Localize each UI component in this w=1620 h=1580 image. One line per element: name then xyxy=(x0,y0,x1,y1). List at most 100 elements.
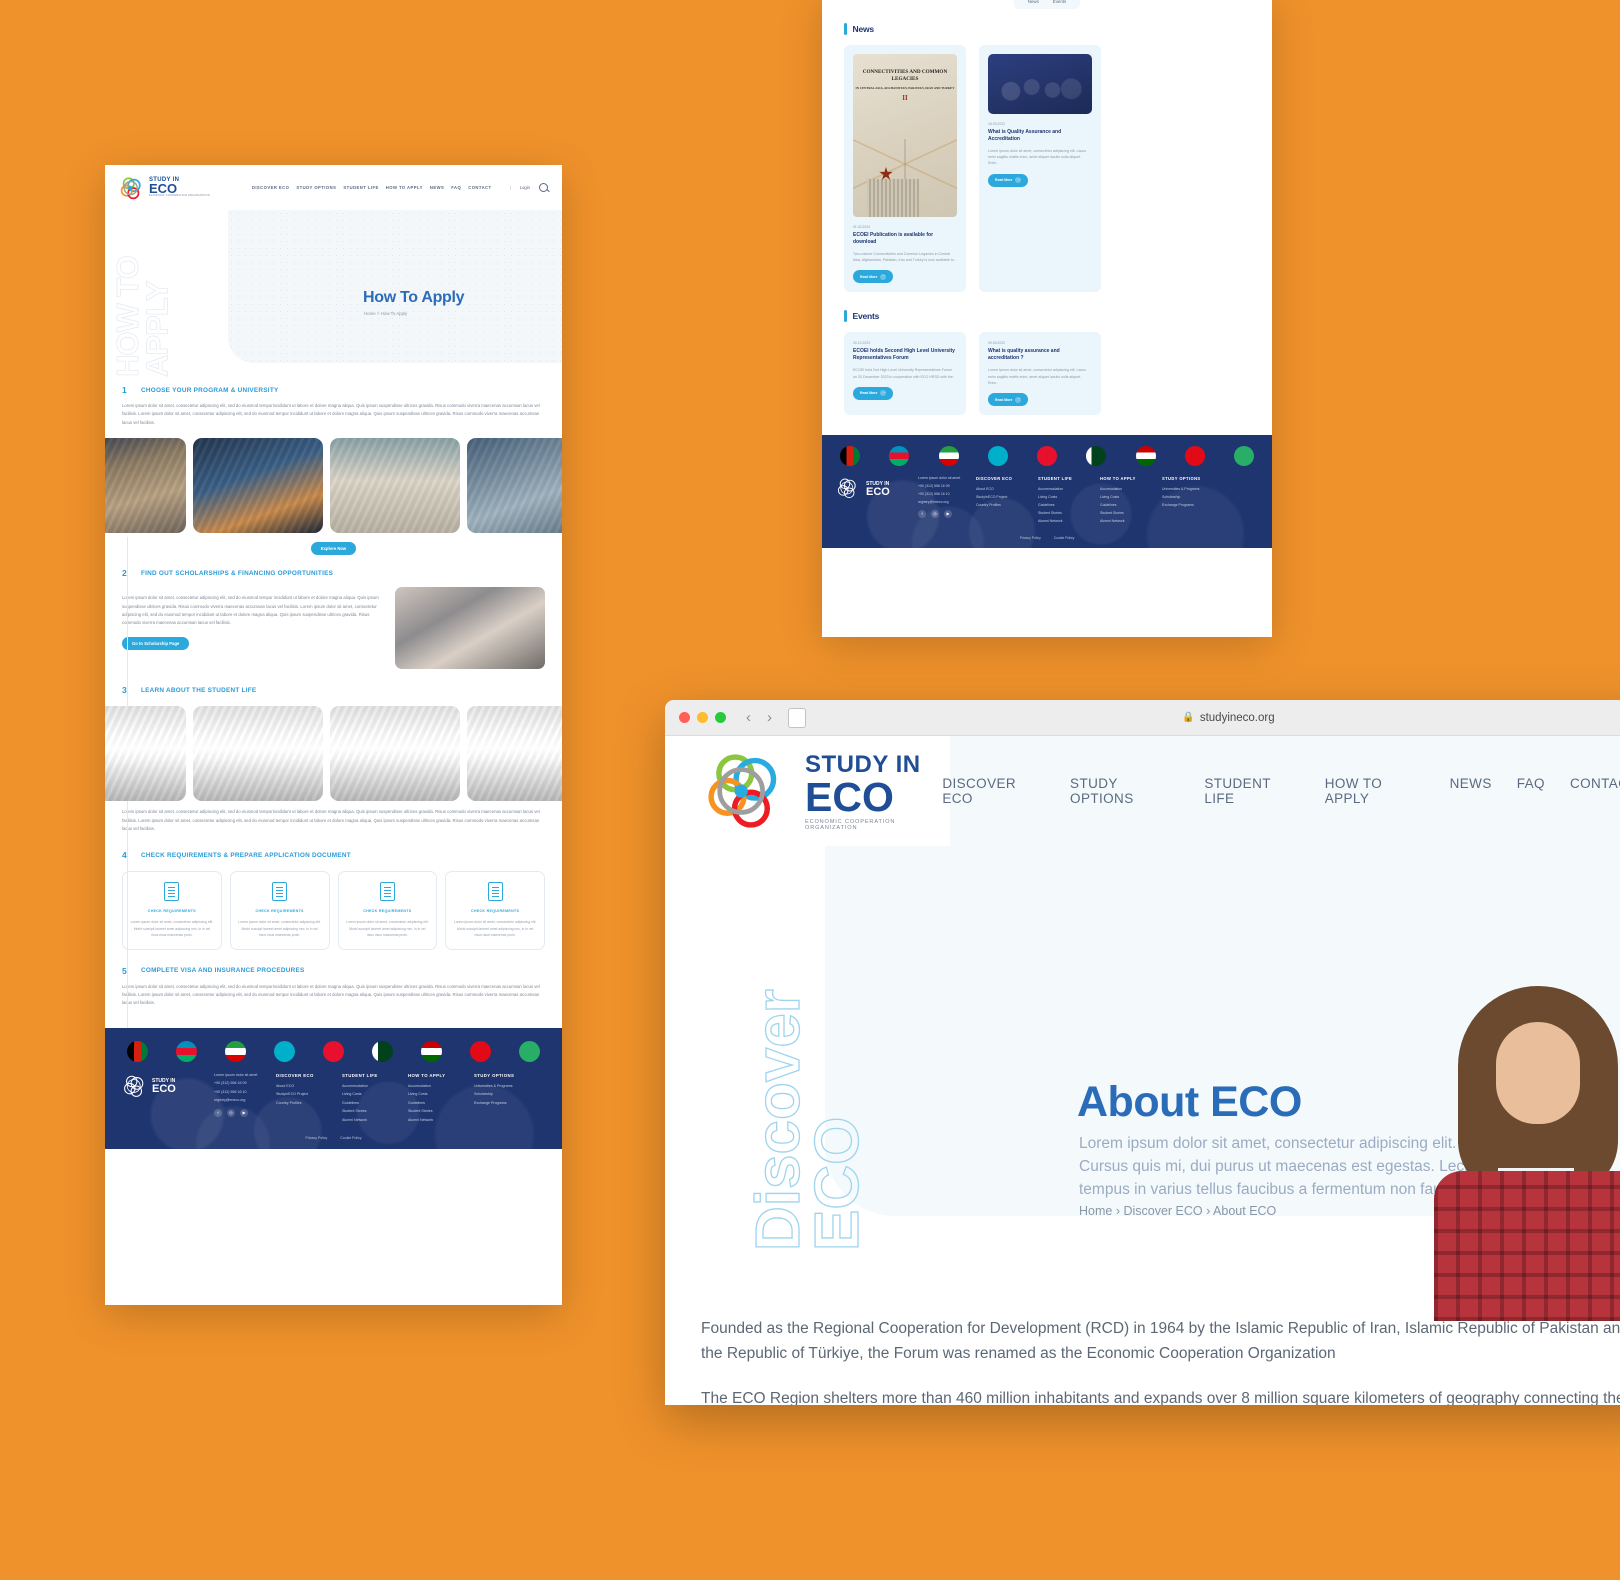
footer-link[interactable]: About ECO xyxy=(276,1084,342,1088)
instagram-icon[interactable]: ◎ xyxy=(227,1109,235,1118)
footer-link[interactable]: Guidelines xyxy=(342,1101,408,1105)
card-title: CHECK REQUIREMENTS xyxy=(147,909,196,914)
site-logo[interactable]: STUDY IN ECO ECONOMIC COOPERATION ORGANI… xyxy=(119,175,210,201)
footer-link[interactable]: Alumni Network xyxy=(408,1118,474,1122)
footer-link[interactable]: Accommodation xyxy=(1038,487,1100,491)
requirement-card[interactable]: CHECK REQUIREMENTS Lorem ipsum dolor sit… xyxy=(337,871,438,950)
close-window-button[interactable] xyxy=(679,712,690,723)
nav-item-study-options[interactable]: STUDY OPTIONS xyxy=(1070,776,1179,806)
event-card[interactable]: 09.03.2022 What is quality assurance and… xyxy=(979,332,1101,416)
footer-link[interactable]: About ECO xyxy=(976,487,1038,491)
footer-link[interactable]: StudyInECO Project xyxy=(276,1092,342,1096)
footer-link[interactable]: Student Stories xyxy=(1100,511,1162,515)
thumbnail-image[interactable] xyxy=(105,706,186,802)
footer-link[interactable]: Accomodation xyxy=(1100,487,1162,491)
nav-item-how-to-apply[interactable]: HOW TO APPLY xyxy=(1325,776,1425,806)
thumbnail-image[interactable] xyxy=(467,706,562,802)
nav-item-student-life[interactable]: STUDENT LIFE xyxy=(1204,776,1299,806)
footer-link[interactable]: StudyInECO Project xyxy=(976,495,1038,499)
read-more-button[interactable]: Read More xyxy=(853,386,894,400)
contact-phone-1[interactable]: +90 (312) 556 16 09 xyxy=(918,484,976,488)
read-more-button[interactable]: Read More xyxy=(988,173,1029,187)
contact-phone-2[interactable]: +90 (312) 556 16 10 xyxy=(918,492,976,496)
footer-link[interactable]: Living Costs xyxy=(1100,495,1162,499)
footer-link[interactable]: Guidelines xyxy=(408,1101,474,1105)
nav-item-faq[interactable]: FAQ xyxy=(1517,776,1545,806)
thumbnail-image[interactable] xyxy=(330,438,460,534)
news-card[interactable]: CONNECTIVITIES AND COMMON LEGACIES IN CE… xyxy=(844,45,966,293)
scholarship-page-button[interactable]: Go to Scholarship Page xyxy=(122,636,190,650)
nav-item[interactable]: NEWS xyxy=(430,185,444,190)
tab-events[interactable]: Events xyxy=(1053,0,1066,4)
thumbnail-image[interactable] xyxy=(193,706,323,802)
footer-link[interactable]: Student Stories xyxy=(342,1109,408,1113)
instagram-icon[interactable]: ◎ xyxy=(931,510,939,519)
address-bar[interactable]: 🔒 studyineco.org xyxy=(806,712,1620,724)
footer-link[interactable]: Accomodation xyxy=(408,1084,474,1088)
footer-link[interactable]: Living Costs xyxy=(342,1092,408,1096)
footer-link[interactable]: Accommodation xyxy=(342,1084,408,1088)
nav-item[interactable]: STUDY OPTIONS xyxy=(296,185,336,190)
read-more-button[interactable]: Read More xyxy=(988,393,1029,407)
footer-link[interactable]: Guidelines xyxy=(1100,503,1162,507)
nav-item[interactable]: HOW TO APPLY xyxy=(386,185,423,190)
search-icon[interactable] xyxy=(539,183,548,192)
footer-link[interactable]: Exchange Programs xyxy=(474,1101,540,1105)
footer-link[interactable]: Exchange Programs xyxy=(1162,503,1224,507)
requirement-card[interactable]: CHECK REQUIREMENTS Lorem ipsum dolor sit… xyxy=(122,871,222,950)
thumbnail-image[interactable] xyxy=(467,438,562,534)
footer-link[interactable]: Country Profiles xyxy=(276,1101,342,1105)
tab-news[interactable]: News xyxy=(1028,0,1039,4)
sidebar-toggle-icon[interactable] xyxy=(788,707,806,728)
card-body: Lorem ipsum dolor sit amet, consectetur … xyxy=(453,920,537,938)
cookie-policy-link[interactable]: Cookie Policy xyxy=(340,1136,361,1140)
back-arrow-icon[interactable]: ‹ xyxy=(746,709,751,726)
nav-item-news[interactable]: NEWS xyxy=(1450,776,1492,806)
forward-arrow-icon[interactable]: › xyxy=(767,709,772,726)
footer-link[interactable]: Alumni Network xyxy=(1038,519,1100,523)
read-more-button[interactable]: Read More xyxy=(853,270,894,284)
footer-link[interactable]: Alumni Network xyxy=(342,1118,408,1122)
nav-item[interactable]: STUDENT LIFE xyxy=(343,185,378,190)
nav-item-discover-eco[interactable]: DISCOVER ECO xyxy=(942,776,1045,806)
thumbnail-image[interactable] xyxy=(193,438,323,534)
contact-email[interactable]: registry@eneco.org xyxy=(918,500,976,504)
footer-link[interactable]: Living Costs xyxy=(1038,495,1100,499)
thumbnail-image[interactable] xyxy=(330,706,460,802)
privacy-policy-link[interactable]: Privacy Policy xyxy=(1020,536,1041,540)
requirement-card[interactable]: CHECK REQUIREMENTS Lorem ipsum dolor sit… xyxy=(229,871,330,950)
facebook-icon[interactable]: f xyxy=(214,1109,222,1118)
footer-link[interactable]: Student Stories xyxy=(1038,511,1100,515)
nav-item[interactable]: CONTACT xyxy=(468,185,491,190)
privacy-policy-link[interactable]: Privacy Policy xyxy=(306,1136,328,1140)
nav-item[interactable]: DISCOVER ECO xyxy=(252,185,290,190)
contact-email[interactable]: registry@eneco.org xyxy=(214,1098,276,1102)
minimize-window-button[interactable] xyxy=(697,712,708,723)
footer-link[interactable]: Student Stories xyxy=(408,1109,474,1113)
contact-phone-2[interactable]: +90 (312) 556 16 10 xyxy=(214,1090,276,1094)
login-link[interactable]: Login xyxy=(509,185,530,190)
facebook-icon[interactable]: f xyxy=(918,510,926,519)
news-card[interactable]: 16.03.2022 What is Quality Assurance and… xyxy=(979,45,1101,293)
youtube-icon[interactable]: ▶ xyxy=(944,510,952,519)
footer-link[interactable]: Guidelines xyxy=(1038,503,1100,507)
footer-link[interactable]: Universities & Programs xyxy=(1162,487,1224,491)
event-card[interactable]: 20.12.2023 ECOEI holds Second High Level… xyxy=(844,332,966,416)
contact-phone-1[interactable]: +90 (312) 556 16 09 xyxy=(214,1081,276,1085)
requirement-card[interactable]: CHECK REQUIREMENTS Lorem ipsum dolor sit… xyxy=(445,871,545,950)
maximize-window-button[interactable] xyxy=(715,712,726,723)
youtube-icon[interactable]: ▶ xyxy=(240,1109,248,1118)
cookie-policy-link[interactable]: Cookie Policy xyxy=(1054,536,1075,540)
explore-now-button[interactable]: Explore Now xyxy=(310,542,357,556)
column-title: DISCOVER ECO xyxy=(276,1072,314,1078)
footer-link[interactable]: Country Profiles xyxy=(976,503,1038,507)
thumbnail-image[interactable] xyxy=(105,438,186,534)
footer-link[interactable]: Universities & Programs xyxy=(474,1084,540,1088)
footer-link[interactable]: Living Costs xyxy=(408,1092,474,1096)
nav-item-contact[interactable]: CONTACT xyxy=(1570,776,1620,806)
footer-link[interactable]: Alumni Network xyxy=(1100,519,1162,523)
footer-link[interactable]: Scholarship xyxy=(1162,495,1224,499)
site-logo[interactable]: STUDY IN ECO ECONOMIC COOPERATION ORGANI… xyxy=(665,751,942,831)
footer-link[interactable]: Scholarship xyxy=(474,1092,540,1096)
nav-item[interactable]: FAQ xyxy=(451,185,461,190)
